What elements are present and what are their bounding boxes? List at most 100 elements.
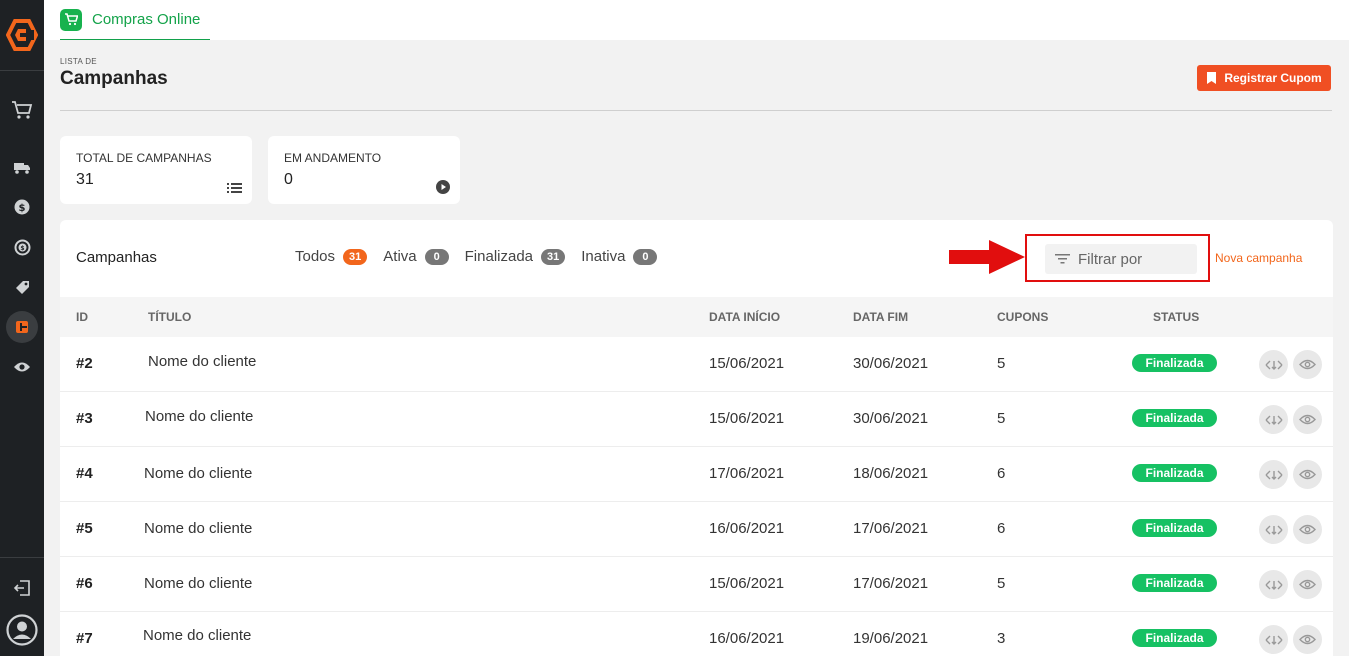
sidebar-item-view[interactable] (10, 355, 34, 379)
user-avatar-icon (6, 614, 38, 646)
row-end-date: 17/06/2021 (853, 575, 929, 592)
sidebar-item-tags[interactable] (10, 275, 34, 299)
red-arrow-annotation (949, 240, 1025, 274)
row-start-date: 16/06/2021 (709, 630, 785, 647)
row-title: Nome do cliente (144, 520, 253, 537)
row-end-date: 30/06/2021 (853, 355, 929, 372)
filter-inativa[interactable]: Inativa 0 (581, 248, 658, 265)
register-coupon-label: Registrar Cupom (1224, 71, 1322, 85)
export-button[interactable] (1259, 625, 1288, 654)
row-title: Nome do cliente (145, 408, 254, 425)
filter-icon (1055, 254, 1070, 264)
sidebar-item-campaigns[interactable] (6, 311, 38, 343)
table-row[interactable]: #5 Nome do cliente 16/06/2021 17/06/2021… (60, 502, 1333, 557)
filter-label: Ativa (383, 248, 417, 265)
table-row[interactable]: #3 Nome do cliente 15/06/2021 30/06/2021… (60, 392, 1333, 447)
column-header-id[interactable]: ID (76, 310, 88, 324)
status-badge: Finalizada (1132, 354, 1217, 372)
panel-title: Campanhas (76, 249, 157, 266)
filter-placeholder: Filtrar por (1078, 250, 1143, 268)
filter-label: Inativa (581, 248, 626, 265)
column-header-end[interactable]: DATA FIM (853, 310, 908, 324)
brand-logo[interactable] (6, 19, 38, 51)
table-row[interactable]: #4 Nome do cliente 17/06/2021 18/06/2021… (60, 447, 1333, 502)
row-coupons: 6 (997, 465, 1006, 482)
view-button[interactable] (1293, 460, 1322, 489)
row-id: #5 (76, 520, 93, 537)
view-button[interactable] (1293, 515, 1322, 544)
cart-icon (60, 8, 82, 31)
view-button[interactable] (1293, 625, 1322, 654)
column-header-title[interactable]: TÍTULO (148, 310, 191, 324)
table-row[interactable]: #2 Nome do cliente 15/06/2021 30/06/2021… (60, 337, 1333, 392)
filter-finalizada[interactable]: Finalizada 31 (465, 248, 566, 265)
row-end-date: 17/06/2021 (853, 520, 929, 537)
status-badge: Finalizada (1132, 464, 1217, 482)
register-coupon-button[interactable]: Registrar Cupom (1197, 65, 1331, 91)
count-badge: 31 (343, 248, 368, 265)
sidebar-item-cart[interactable] (10, 98, 34, 122)
column-header-status[interactable]: STATUS (1153, 310, 1199, 324)
page-eyebrow: LISTA DE (60, 57, 97, 66)
table-header: ID TÍTULO DATA INÍCIO DATA FIM CUPONS ST… (60, 297, 1333, 337)
export-button[interactable] (1259, 460, 1288, 489)
exchange-money-icon: $ (14, 239, 30, 255)
row-coupons: 6 (997, 520, 1006, 537)
sidebar-divider (0, 70, 44, 71)
view-button[interactable] (1293, 405, 1322, 434)
eye-icon (1299, 524, 1316, 535)
row-title: Nome do cliente (143, 627, 252, 644)
sidebar-item-finance[interactable]: $ (10, 195, 34, 219)
table-row[interactable]: #6 Nome do cliente 15/06/2021 17/06/2021… (60, 557, 1333, 612)
export-button[interactable] (1259, 515, 1288, 544)
export-arrows-icon (1265, 415, 1282, 425)
dollar-icon: $ (14, 199, 30, 215)
eye-icon (1299, 359, 1316, 370)
row-title: Nome do cliente (148, 353, 257, 370)
export-button[interactable] (1259, 570, 1288, 599)
sidebar-item-delivery[interactable] (10, 155, 34, 179)
status-filters: Todos 31 Ativa 0 Finalizada 31 Inativa 0 (295, 248, 673, 265)
sidebar-item-profile[interactable] (6, 614, 38, 646)
column-header-coupons[interactable]: CUPONS (997, 310, 1048, 324)
stat-card-total: TOTAL DE CAMPANHAS 31 (60, 136, 252, 204)
export-button[interactable] (1259, 405, 1288, 434)
status-badge: Finalizada (1132, 629, 1217, 647)
view-button[interactable] (1293, 570, 1322, 599)
view-button[interactable] (1293, 350, 1322, 379)
table-row[interactable]: #7 Nome do cliente 16/06/2021 19/06/2021… (60, 612, 1333, 656)
row-id: #2 (76, 355, 93, 372)
export-button[interactable] (1259, 350, 1288, 379)
status-badge: Finalizada (1132, 409, 1217, 427)
tab-compras-online[interactable]: Compras Online (60, 0, 211, 40)
filter-todos[interactable]: Todos 31 (295, 248, 368, 265)
stat-label: EM ANDAMENTO (284, 151, 382, 165)
bookmark-icon (1207, 72, 1217, 84)
page-title: Campanhas (60, 68, 168, 89)
tab-label: Compras Online (92, 11, 201, 28)
filter-label: Todos (295, 248, 336, 265)
stat-value: 0 (284, 171, 293, 188)
filter-ativa[interactable]: Ativa 0 (383, 248, 449, 265)
eye-icon (1299, 469, 1316, 480)
filter-label: Finalizada (464, 248, 534, 265)
row-start-date: 15/06/2021 (709, 575, 785, 592)
sidebar-divider (0, 557, 44, 558)
row-id: #3 (76, 410, 93, 427)
svg-text:$: $ (19, 203, 26, 214)
export-arrows-icon (1265, 525, 1282, 535)
sidebar-item-logout[interactable] (10, 576, 34, 600)
row-start-date: 15/06/2021 (709, 355, 785, 372)
export-arrows-icon (1265, 360, 1282, 370)
new-campaign-link[interactable]: Nova campanha (1215, 251, 1302, 265)
sidebar-item-exchange[interactable]: $ (10, 235, 34, 259)
column-header-start[interactable]: DATA INÍCIO (709, 310, 780, 324)
row-id: #7 (76, 630, 93, 647)
play-icon (436, 180, 450, 194)
row-id: #4 (76, 465, 93, 482)
row-end-date: 18/06/2021 (853, 465, 929, 482)
filter-by-input[interactable]: Filtrar por (1045, 244, 1197, 274)
campaign-icon (16, 321, 28, 333)
row-start-date: 15/06/2021 (709, 410, 785, 427)
row-id: #6 (76, 575, 93, 592)
